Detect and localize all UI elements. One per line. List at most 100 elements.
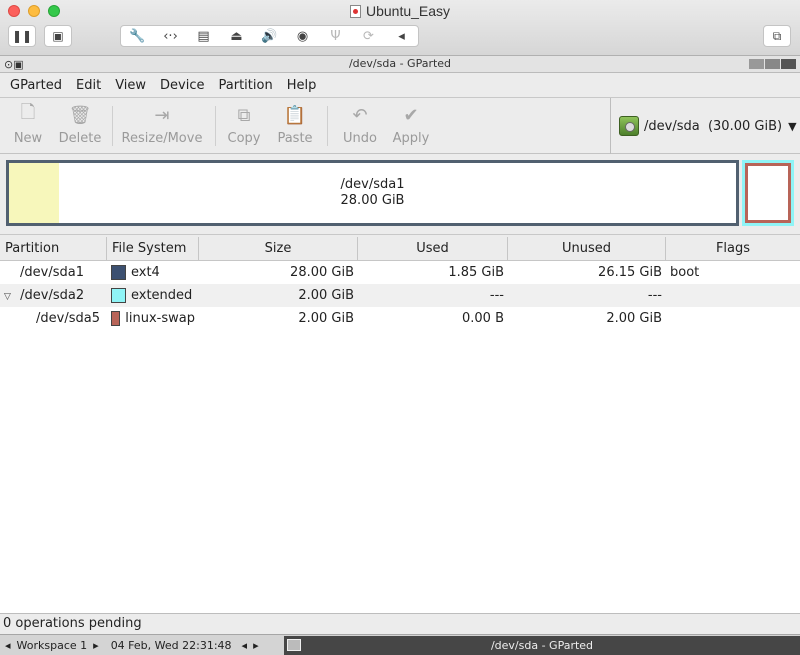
camera-icon[interactable]: ◉: [293, 29, 313, 44]
cell-size: 2.00 GiB: [298, 288, 354, 303]
new-document-icon: 🗋: [20, 102, 36, 123]
cell-filesystem: ext4: [107, 265, 199, 280]
table-row[interactable]: /dev/sda5 linux-swap 2.00 GiB 0.00 B 2.0…: [0, 307, 800, 330]
trash-icon: 🗑: [68, 104, 92, 126]
window-title: /dev/sda - GParted: [348, 57, 452, 70]
table-header: Partition File System Size Used Unused F…: [0, 237, 800, 261]
menu-device[interactable]: Device: [160, 78, 204, 93]
snapshot-button[interactable]: ▣: [44, 25, 72, 47]
partition-block-swap[interactable]: [745, 163, 791, 223]
column-used[interactable]: Used: [358, 237, 508, 260]
toolbar: 🗋 New 🗑 Delete ⇥ Resize/Move ⧉ Copy 📋 Pa…: [0, 98, 800, 154]
partition-block-extended[interactable]: [742, 160, 794, 226]
column-partition[interactable]: Partition: [0, 237, 107, 260]
paste-button[interactable]: 📋 Paste: [272, 102, 318, 147]
task-window-icon: [287, 639, 301, 651]
delete-label: Delete: [58, 131, 102, 146]
hard-disk-icon[interactable]: ▤: [194, 29, 214, 44]
snapshot-icon: ▣: [52, 29, 64, 43]
workspace-label: Workspace 1: [16, 638, 88, 652]
sync-icon[interactable]: ⟳: [359, 29, 379, 44]
menu-gparted[interactable]: GParted: [10, 78, 62, 93]
paste-clipboard-icon: 📋: [283, 104, 307, 126]
usb-icon[interactable]: Ψ: [326, 29, 346, 44]
expander-triangle-icon[interactable]: ▽: [4, 292, 16, 302]
undo-arrow-icon: ↶: [352, 104, 368, 126]
workspace-switcher: ◂ Workspace 1 ▸ 04 Feb, Wed 22:31:48 ◂ ▸: [0, 639, 259, 652]
status-bar: 0 operations pending: [0, 613, 800, 633]
menu-bar: GParted Edit View Device Partition Help: [0, 74, 800, 98]
cell-used: 1.85 GiB: [448, 265, 504, 280]
column-filesystem[interactable]: File System: [107, 237, 199, 260]
column-flags[interactable]: Flags: [666, 237, 800, 260]
device-size: (30.00 GiB): [707, 118, 783, 134]
window-menu-icon[interactable]: ⊙▣: [4, 57, 24, 73]
toolbar-separator: [327, 106, 328, 146]
partition-name: /dev/sda2: [20, 288, 85, 303]
menu-help[interactable]: Help: [287, 78, 317, 93]
cell-filesystem: linux-swap: [107, 311, 199, 326]
hard-disk-icon: [619, 116, 639, 136]
cell-unused: 26.15 GiB: [598, 265, 662, 280]
partition-block-label: /dev/sda1 28.00 GiB: [9, 163, 736, 223]
partition-block-name: /dev/sda1: [340, 177, 405, 192]
close-button[interactable]: [781, 59, 796, 69]
apply-label: Apply: [392, 131, 430, 146]
toolbar-separator: [215, 106, 216, 146]
new-button[interactable]: 🗋 New: [6, 102, 50, 146]
minimize-button[interactable]: [749, 59, 764, 69]
vm-title-text: Ubuntu_Easy: [365, 3, 451, 19]
cell-used: ---: [489, 288, 504, 303]
fs-name: extended: [131, 288, 193, 303]
fs-name: ext4: [131, 265, 160, 280]
toolbar-separator: [112, 106, 113, 146]
vm-device-toolbar: 🔧 ‹·› ▤ ⏏ 🔊 ◉ Ψ ⟳ ◂: [120, 25, 419, 47]
optical-drive-icon[interactable]: ⏏: [227, 29, 247, 44]
prev-workspace-icon[interactable]: ◂: [5, 639, 11, 652]
task-label: /dev/sda - GParted: [490, 639, 594, 652]
prev-task-icon[interactable]: ◂: [242, 639, 248, 652]
column-unused[interactable]: Unused: [508, 237, 666, 260]
fs-name: linux-swap: [125, 311, 195, 326]
column-size[interactable]: Size: [199, 237, 358, 260]
task-button-gparted[interactable]: /dev/sda - GParted: [284, 636, 800, 655]
table-row[interactable]: ▽ /dev/sda2 extended 2.00 GiB --- ---: [0, 284, 800, 307]
menu-edit[interactable]: Edit: [76, 78, 101, 93]
apply-button[interactable]: ✔ Apply: [388, 102, 434, 147]
next-task-icon[interactable]: ▸: [253, 639, 259, 652]
settings-wrench-icon[interactable]: 🔧: [128, 29, 148, 44]
paste-label: Paste: [277, 131, 313, 146]
clock: 04 Feb, Wed 22:31:48: [110, 638, 232, 652]
resize-label: Resize/Move: [121, 131, 203, 146]
cell-used: 0.00 B: [462, 311, 504, 326]
partition-block-sda1[interactable]: /dev/sda1 28.00 GiB: [6, 160, 739, 226]
undo-label: Undo: [343, 131, 377, 146]
fs-color-swatch: [111, 288, 126, 303]
cell-partition: /dev/sda1: [20, 265, 84, 280]
network-icon[interactable]: ‹·›: [161, 29, 181, 44]
cell-partition: /dev/sda5: [36, 311, 100, 326]
menu-view[interactable]: View: [115, 78, 146, 93]
next-workspace-icon[interactable]: ▸: [93, 639, 99, 652]
sound-icon[interactable]: 🔊: [260, 29, 280, 44]
copy-button[interactable]: ⧉ Copy: [222, 102, 266, 147]
undo-button[interactable]: ↶ Undo: [338, 102, 382, 147]
cell-flags: boot: [670, 265, 700, 280]
status-text: 0 operations pending: [3, 616, 142, 631]
cell-size: 28.00 GiB: [290, 265, 354, 280]
vm-title: Ubuntu_Easy: [0, 3, 800, 19]
partition-table: Partition File System Size Used Unused F…: [0, 237, 800, 613]
chevron-left-icon[interactable]: ◂: [392, 29, 412, 44]
window-restore-button[interactable]: ⧉: [763, 25, 791, 47]
partition-block-size: 28.00 GiB: [340, 193, 405, 208]
delete-button[interactable]: 🗑 Delete: [55, 102, 105, 147]
menu-partition[interactable]: Partition: [219, 78, 273, 93]
maximize-button[interactable]: [765, 59, 780, 69]
device-selector[interactable]: /dev/sda (30.00 GiB) ▼: [610, 98, 800, 154]
table-row[interactable]: /dev/sda1 ext4 28.00 GiB 1.85 GiB 26.15 …: [0, 261, 800, 284]
resize-move-button[interactable]: ⇥ Resize/Move: [120, 102, 204, 147]
pause-button[interactable]: ❚❚: [8, 25, 36, 47]
cell-size: 2.00 GiB: [298, 311, 354, 326]
fs-color-swatch: [111, 311, 121, 326]
cell-unused: 2.00 GiB: [606, 311, 662, 326]
